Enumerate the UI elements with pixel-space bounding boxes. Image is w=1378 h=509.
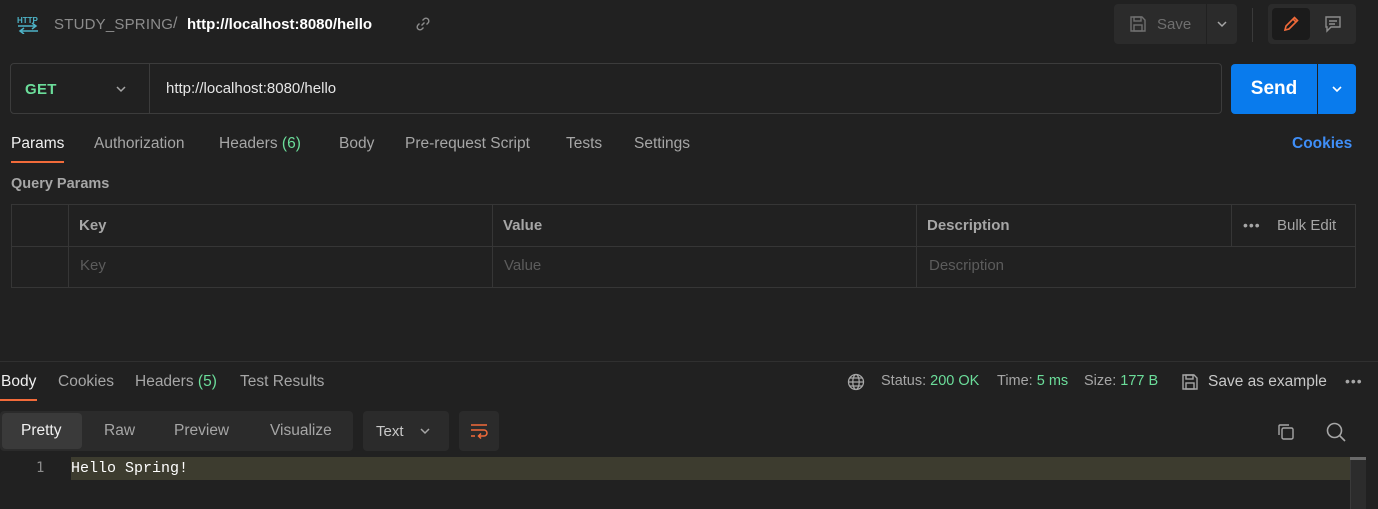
editor-scrollbar-thumb[interactable]: [1350, 457, 1366, 460]
svg-text:HTTP: HTTP: [17, 16, 39, 25]
param-key-input[interactable]: Key: [80, 257, 106, 274]
status-label: Status:: [881, 373, 927, 389]
search-icon[interactable]: [1325, 421, 1347, 443]
send-button[interactable]: Send: [1231, 64, 1317, 114]
time-label: Time:: [997, 373, 1033, 389]
tab-authorization[interactable]: Authorization: [94, 135, 184, 153]
size-label: Size:: [1084, 373, 1117, 389]
format-select[interactable]: Text: [363, 411, 449, 451]
tab-params[interactable]: Params: [11, 135, 64, 153]
active-response-tab-indicator: [0, 399, 37, 401]
more-icon[interactable]: •••: [1243, 217, 1261, 233]
more-icon[interactable]: •••: [1345, 373, 1363, 389]
response-divider[interactable]: [0, 361, 1378, 362]
active-line-highlight: [71, 457, 1366, 480]
http-icon: HTTP: [16, 14, 40, 34]
breadcrumb-request-name[interactable]: http://localhost:8080/hello: [187, 16, 372, 33]
active-tab-indicator: [11, 161, 64, 163]
view-visualize[interactable]: Visualize: [270, 422, 332, 440]
response-tab-headers[interactable]: Headers (5): [135, 373, 217, 391]
view-preview[interactable]: Preview: [174, 422, 229, 440]
toolbar-divider: [1252, 8, 1253, 42]
tab-headers-label: Headers: [219, 135, 278, 152]
tab-body[interactable]: Body: [339, 135, 374, 153]
url-divider: [149, 64, 150, 113]
response-tab-test-results[interactable]: Test Results: [240, 373, 324, 391]
comment-icon: [1324, 15, 1342, 33]
table-column-divider: [68, 204, 69, 288]
comment-mode-button[interactable]: [1314, 8, 1352, 40]
time-value: 5 ms: [1036, 373, 1069, 389]
response-body-line[interactable]: Hello Spring!: [71, 460, 188, 477]
breadcrumb-separator: /: [173, 15, 178, 32]
save-label: Save: [1157, 15, 1192, 33]
column-header-description: Description: [927, 217, 1010, 234]
format-label: Text: [376, 422, 404, 440]
table-column-divider: [1231, 204, 1232, 246]
save-as-example-button[interactable]: Save as example: [1208, 373, 1327, 391]
save-button[interactable]: Save: [1114, 4, 1206, 44]
bulk-edit-button[interactable]: Bulk Edit: [1277, 217, 1336, 234]
table-column-divider: [492, 204, 493, 288]
table-column-divider: [916, 204, 917, 288]
column-header-value: Value: [503, 217, 543, 234]
status-value: 200 OK: [930, 373, 980, 389]
query-params-title: Query Params: [11, 176, 110, 192]
status-text[interactable]: Status: 200 OK: [881, 373, 979, 389]
time-text[interactable]: Time: 5 ms: [997, 373, 1068, 389]
response-tab-body[interactable]: Body: [1, 373, 36, 391]
breadcrumb-collection[interactable]: STUDY_SPRING: [54, 16, 173, 33]
save-icon: [1129, 15, 1147, 33]
chevron-down-icon: [1330, 82, 1344, 96]
copy-icon[interactable]: [1276, 422, 1296, 442]
view-raw[interactable]: Raw: [104, 422, 135, 440]
editor-scrollbar[interactable]: [1350, 457, 1366, 509]
send-dropdown-button[interactable]: [1318, 64, 1356, 114]
tab-settings[interactable]: Settings: [634, 135, 690, 153]
save-dropdown-button[interactable]: [1207, 4, 1237, 44]
chevron-down-icon: [1215, 17, 1229, 31]
globe-icon[interactable]: [847, 373, 865, 391]
size-value: 177 B: [1120, 373, 1159, 389]
size-text[interactable]: Size: 177 B: [1084, 373, 1158, 389]
url-input[interactable]: http://localhost:8080/hello: [166, 80, 336, 97]
wrap-lines-button[interactable]: [459, 411, 499, 451]
method-select[interactable]: GET: [25, 81, 57, 98]
column-header-key: Key: [79, 217, 107, 234]
pencil-icon: [1282, 15, 1300, 33]
param-description-input[interactable]: Description: [929, 257, 1004, 274]
response-tab-headers-count: (5): [197, 373, 217, 390]
save-icon[interactable]: [1181, 373, 1199, 391]
wrap-icon: [469, 422, 489, 440]
tab-headers[interactable]: Headers (6): [219, 135, 301, 153]
tab-pre-request-script[interactable]: Pre-request Script: [405, 135, 530, 153]
view-pretty[interactable]: Pretty: [21, 422, 61, 440]
link-icon[interactable]: [415, 16, 431, 32]
chevron-down-icon: [418, 424, 432, 438]
param-value-input[interactable]: Value: [504, 257, 541, 274]
tab-tests[interactable]: Tests: [566, 135, 602, 153]
cookies-link[interactable]: Cookies: [1292, 135, 1352, 153]
edit-mode-button[interactable]: [1272, 8, 1310, 40]
line-number: 1: [36, 460, 45, 476]
chevron-down-icon[interactable]: [114, 82, 128, 96]
table-row-divider: [11, 246, 1356, 247]
response-tab-headers-label: Headers: [135, 373, 194, 390]
response-tab-cookies[interactable]: Cookies: [58, 373, 114, 391]
tab-headers-count: (6): [281, 135, 301, 152]
